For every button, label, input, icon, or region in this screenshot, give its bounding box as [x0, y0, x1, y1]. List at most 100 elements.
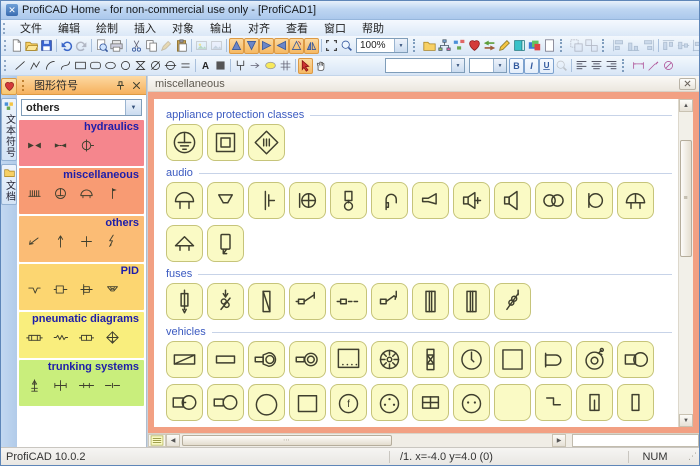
symbol-audio-horn[interactable]: [207, 182, 244, 219]
symbol-audio-horn-speaker[interactable]: [412, 182, 449, 219]
category-pid[interactable]: PID: [19, 264, 144, 310]
rounded-rectangle-button[interactable]: [88, 58, 103, 74]
symbol-pid-gate[interactable]: [78, 281, 95, 298]
title-bar[interactable]: ✕ ProfiCAD Home - for non-commercial use…: [1, 1, 699, 20]
menu-file[interactable]: 文件: [12, 19, 50, 37]
menu-object[interactable]: 对象: [164, 19, 202, 37]
menu-align[interactable]: 对齐: [240, 19, 278, 37]
symbol-vehicle-coupler-small[interactable]: [289, 341, 326, 378]
circle-slash-button[interactable]: [148, 58, 163, 74]
horizontal-scroll-track[interactable]: ⋯: [180, 434, 552, 447]
hatch-button[interactable]: [278, 58, 293, 74]
hierarchy-button[interactable]: [437, 38, 452, 54]
category-hydraulics[interactable]: hydraulics: [19, 120, 144, 166]
pan-hand-button[interactable]: [313, 58, 328, 74]
symbol-vehicle-motor-b[interactable]: [207, 384, 244, 421]
align-text-center-button[interactable]: [589, 58, 604, 74]
symbol-audio-earphone[interactable]: [371, 182, 408, 219]
side-tab-documents[interactable]: 文档: [1, 164, 17, 205]
symbol-protection-class-1[interactable]: [166, 124, 203, 161]
arc-button[interactable]: [43, 58, 58, 74]
menu-edit[interactable]: 编辑: [50, 19, 88, 37]
font-family-combo[interactable]: ▼: [385, 58, 465, 73]
symbol-vehicle-panel-dots[interactable]: [330, 341, 367, 378]
align-text-right-button[interactable]: [604, 58, 619, 74]
menu-window[interactable]: 窗口: [316, 19, 354, 37]
print-button[interactable]: [109, 38, 124, 54]
symbol-vehicle-clock[interactable]: [453, 341, 490, 378]
italic-button[interactable]: I: [524, 58, 539, 74]
symbol-vehicle-bullet[interactable]: [535, 341, 572, 378]
symbol-vehicle-square[interactable]: [494, 341, 531, 378]
symbol-pneu-valve[interactable]: [26, 329, 43, 346]
category-trunking-systems[interactable]: trunking systems: [19, 360, 144, 406]
symbol-fuse-dash[interactable]: [330, 283, 367, 320]
cut-button[interactable]: [129, 38, 144, 54]
bezier-button[interactable]: [58, 58, 73, 74]
symbol-audio-dome-cross[interactable]: [617, 182, 654, 219]
panel-grip[interactable]: [22, 80, 28, 91]
circle-line-button[interactable]: [163, 58, 178, 74]
menu-insert[interactable]: 插入: [126, 19, 164, 37]
junction-button[interactable]: [233, 58, 248, 74]
menu-draw[interactable]: 绘制: [88, 19, 126, 37]
symbol-audio-mic-stand[interactable]: [330, 182, 367, 219]
symbol-misc-flag[interactable]: [104, 185, 121, 202]
copy-button[interactable]: [144, 38, 159, 54]
symbol-audio-headphones[interactable]: [535, 182, 572, 219]
new-file-button[interactable]: [9, 38, 24, 54]
symbol-audio-capacitor-mic[interactable]: [248, 182, 285, 219]
symbol-vehicle-fan[interactable]: [371, 341, 408, 378]
dimension-button[interactable]: [631, 58, 646, 74]
symbol-misc-comb[interactable]: [26, 185, 43, 202]
symbol-protection-class-3[interactable]: [248, 124, 285, 161]
dropdown-arrow-icon[interactable]: ▼: [125, 100, 141, 115]
mirror-button[interactable]: [304, 38, 319, 54]
side-tab-favorites[interactable]: [1, 78, 17, 95]
symbol-vehicle-tank[interactable]: [617, 341, 654, 378]
symbol-trk-line[interactable]: [78, 377, 95, 394]
symbol-vehicle-rect-diagonal[interactable]: [166, 341, 203, 378]
symbol-audio-tweeter[interactable]: [166, 225, 203, 262]
symbol-hyd-pump2[interactable]: [52, 137, 69, 154]
panel-close-button[interactable]: [130, 79, 143, 92]
underline-button[interactable]: U: [539, 58, 554, 74]
bold-button[interactable]: B: [509, 58, 524, 74]
panel-teal-button[interactable]: [512, 38, 527, 54]
symbol-fuse-basic[interactable]: [166, 283, 203, 320]
symbol-fuse-switch[interactable]: [289, 283, 326, 320]
text-button[interactable]: A: [198, 58, 213, 74]
symbol-vehicle-pillar[interactable]: [617, 384, 654, 421]
symbol-audio-speaker[interactable]: [494, 182, 531, 219]
resize-grip[interactable]: ⋰: [681, 451, 699, 462]
symbol-oth-angle[interactable]: [26, 233, 43, 250]
symbol-audio-panel-arrow[interactable]: [207, 225, 244, 262]
document-title-bar[interactable]: miscellaneous: [148, 76, 699, 92]
line-button[interactable]: [13, 58, 28, 74]
zoom-in-button[interactable]: [339, 38, 354, 54]
symbol-vehicle-motor-a[interactable]: [166, 384, 203, 421]
panel-pin-button[interactable]: [114, 79, 127, 92]
symbol-audio-speaker-plus[interactable]: [453, 182, 490, 219]
symbol-vehicle-frame-cross[interactable]: [412, 384, 449, 421]
symbol-vehicle-meter-2[interactable]: [453, 384, 490, 421]
rotate-left-button[interactable]: [229, 38, 244, 54]
toolbar-group-grip[interactable]: [602, 39, 608, 52]
scroll-left-button[interactable]: ◀: [166, 434, 180, 447]
color-layers-button[interactable]: [527, 38, 542, 54]
symbol-pneu-valve2[interactable]: [78, 329, 95, 346]
ellipse-button[interactable]: [103, 58, 118, 74]
font-size-combo[interactable]: ▼: [469, 58, 507, 73]
no-draw-button[interactable]: [661, 58, 676, 74]
toolbar-group-grip[interactable]: [413, 39, 419, 52]
save-button[interactable]: [39, 38, 54, 54]
font-size-dropdown-arrow-icon[interactable]: ▼: [493, 59, 506, 72]
symbol-fuse-double-bold[interactable]: [412, 283, 449, 320]
symbol-vehicle-rect[interactable]: [207, 341, 244, 378]
circle-button[interactable]: [118, 58, 133, 74]
edit-pencil-button[interactable]: [497, 38, 512, 54]
open-folder-button[interactable]: [24, 38, 39, 54]
category-others[interactable]: others: [19, 216, 144, 262]
side-tab-text-symbols[interactable]: 文本符号: [1, 98, 17, 161]
symbol-hyd-gauge[interactable]: [78, 137, 95, 154]
